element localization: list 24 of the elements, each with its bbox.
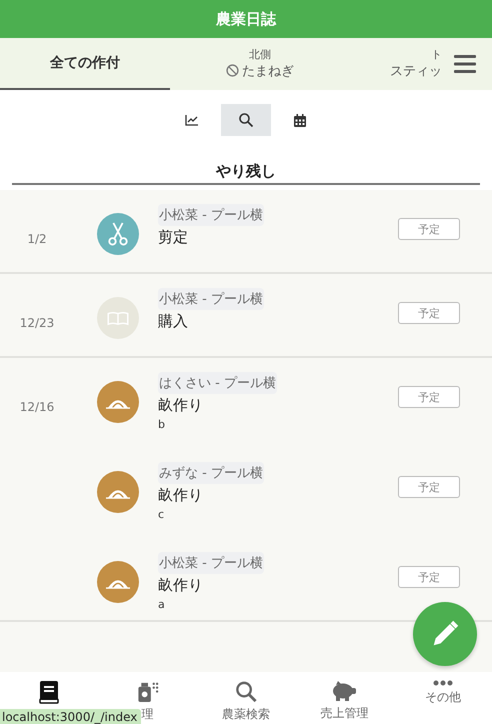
status-badge: 予定 [398,218,460,240]
status-badge: 予定 [398,302,460,324]
task-date: 1/2 [27,232,47,246]
task-name: 畝作り [158,396,203,415]
task-name: 畝作り [158,576,203,595]
task-note: a [158,598,165,611]
status-badge: 予定 [398,566,460,588]
task-name: 畝作り [158,486,203,505]
location-tag: 小松菜 - プール横 [158,204,264,226]
section-title: やり残し [216,162,276,181]
status-badge: 予定 [398,386,460,408]
app-title: 農業日誌 [216,10,276,28]
task-note: b [158,418,165,431]
location-tag: はくさい - プール横 [158,372,277,394]
location-tag: 小松菜 - プール横 [158,552,264,574]
location-tag: 小松菜 - プール横 [158,288,264,310]
task-date: 12/16 [20,400,54,414]
status-badge: 予定 [398,476,460,498]
task-date: 12/23 [20,316,54,330]
task-note: c [158,508,164,521]
status-url-tooltip: localhost:3000/_/index [0,709,142,724]
task-name: 購入 [158,312,188,331]
location-tag: みずな - プール横 [158,462,264,484]
task-name: 剪定 [158,228,188,247]
